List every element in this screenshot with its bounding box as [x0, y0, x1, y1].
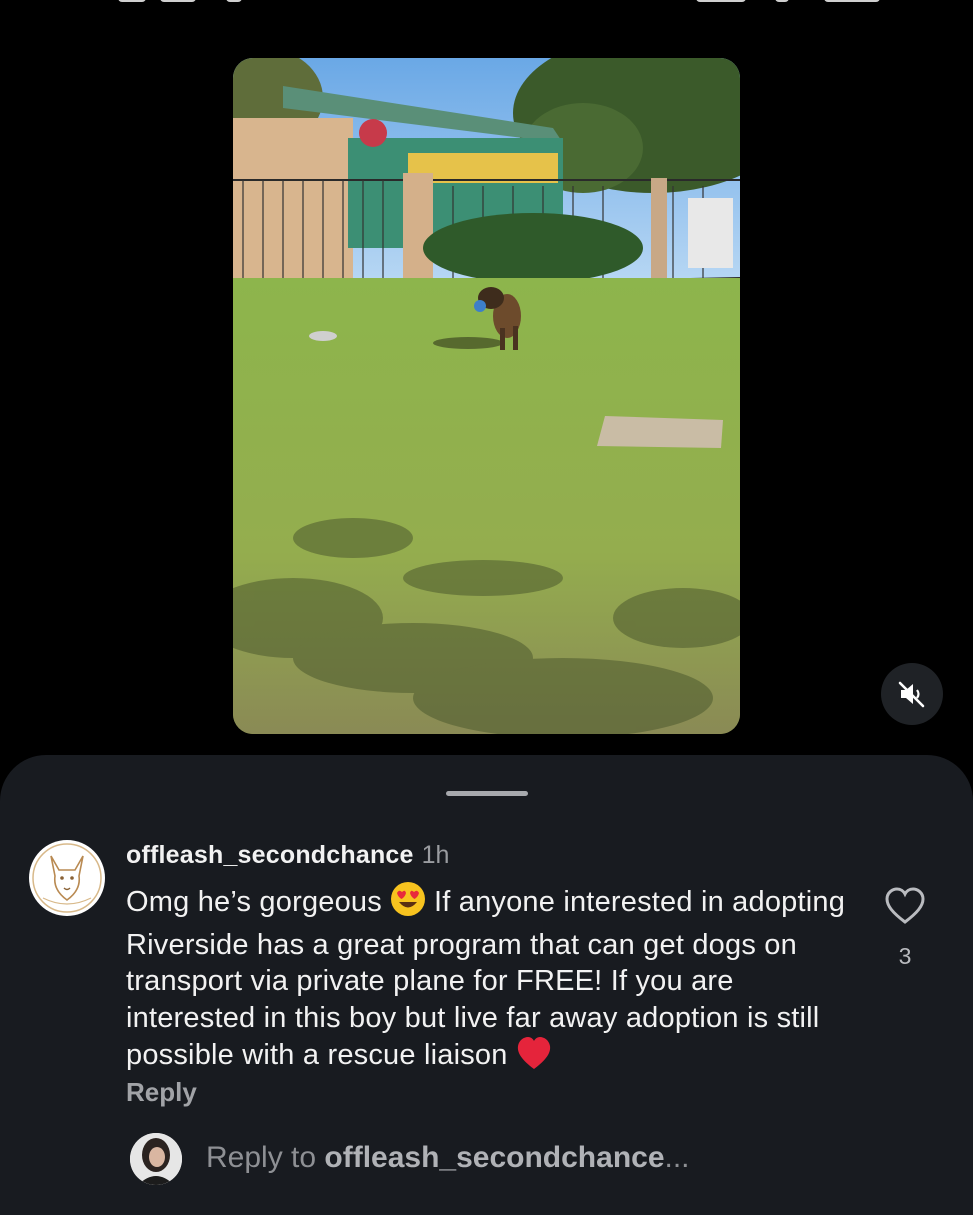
user-avatar — [130, 1133, 182, 1185]
signal-icon — [696, 0, 746, 2]
comment-username[interactable]: offleash_secondchance — [126, 841, 414, 869]
reply-input-prefix: Reply to — [206, 1141, 325, 1174]
like-count: 3 — [898, 943, 912, 969]
reply-input[interactable]: Reply to offleash_secondchance... — [206, 1141, 690, 1175]
comment-text: Omg he’s gorgeous If anyone interested in… — [126, 881, 846, 1080]
avatar[interactable] — [29, 840, 105, 916]
comments-sheet: offleash_secondchance 1h Omg he’s gorgeou… — [0, 755, 973, 1215]
comment-header: offleash_secondchance 1h — [126, 839, 846, 871]
status-clock-fragment — [160, 0, 196, 2]
red-heart-emoji-icon — [516, 1036, 552, 1080]
drag-handle[interactable] — [446, 791, 528, 796]
battery-icon — [824, 0, 880, 2]
reply-input-ellipsis: ... — [664, 1141, 690, 1174]
speaker-muted-icon — [898, 681, 925, 708]
video-player[interactable] — [233, 58, 740, 734]
dog-logo-avatar — [32, 843, 102, 913]
wifi-icon — [775, 0, 789, 2]
comment: offleash_secondchance 1h Omg he’s gorgeou… — [126, 839, 846, 1080]
comment-text-part1: Omg he’s gorgeous — [126, 886, 382, 918]
reply-input-username: offleash_secondchance — [324, 1141, 665, 1174]
heart-eyes-emoji-icon — [390, 881, 426, 927]
status-clock-fragment — [118, 0, 146, 2]
status-bar — [0, 0, 973, 8]
reply-bar[interactable]: Reply to offleash_secondchance... — [130, 1133, 930, 1185]
user-photo — [130, 1133, 182, 1185]
comment-time: 1h — [421, 841, 450, 869]
dog-park-video-frame — [233, 58, 740, 734]
mute-button[interactable] — [881, 663, 943, 725]
reply-button[interactable]: Reply — [126, 1077, 197, 1108]
status-icon-fragment — [226, 0, 242, 2]
heart-outline-icon — [885, 887, 925, 924]
like-button[interactable] — [884, 887, 926, 925]
